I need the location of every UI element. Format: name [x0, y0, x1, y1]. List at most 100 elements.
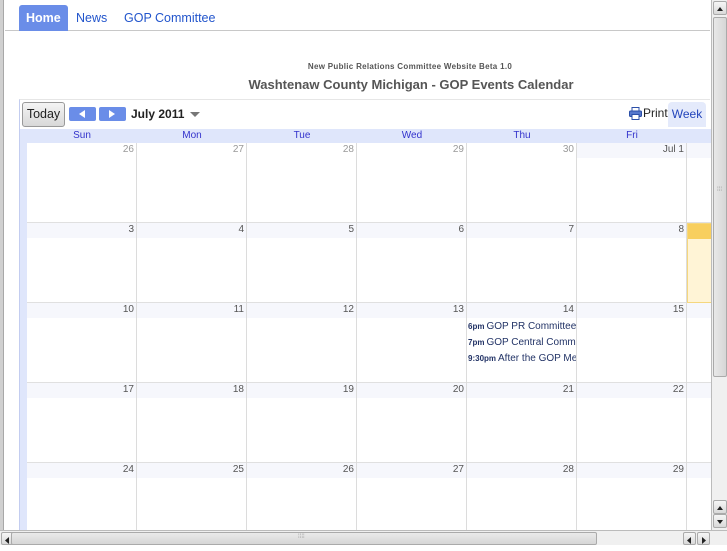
day-number[interactable]: 13: [453, 304, 464, 315]
nav-tab-gop-committee[interactable]: GOP Committee: [117, 5, 222, 31]
event-title: GOP PR Committee: [486, 321, 576, 332]
scroll-up-button-lower[interactable]: [713, 500, 727, 514]
day-number[interactable]: 6: [458, 224, 464, 235]
scroll-down-button[interactable]: [713, 514, 727, 528]
day-number[interactable]: 7: [568, 224, 574, 235]
day-cell[interactable]: 14 6pm GOP PR Committee 7pm GOP Central Comm…: [467, 303, 577, 383]
day-number[interactable]: 28: [563, 464, 574, 475]
current-month-label[interactable]: July 2011: [131, 107, 184, 121]
day-number[interactable]: 10: [123, 304, 134, 315]
day-cell[interactable]: 12: [247, 303, 357, 383]
day-number[interactable]: 12: [343, 304, 354, 315]
week-row: 17 18 19 20 21 22: [27, 383, 711, 463]
day-number[interactable]: 26: [343, 464, 354, 475]
day-cell[interactable]: 24: [27, 463, 137, 531]
week-view-tab[interactable]: Week: [668, 102, 706, 127]
day-cell-saturday[interactable]: [687, 463, 711, 531]
day-cell[interactable]: 15: [577, 303, 687, 383]
day-cell[interactable]: 25: [137, 463, 247, 531]
day-cell-saturday[interactable]: [687, 303, 711, 383]
day-number[interactable]: 4: [238, 224, 244, 235]
day-number[interactable]: 8: [678, 224, 684, 235]
day-cell[interactable]: 26: [27, 143, 137, 223]
day-cell[interactable]: 10: [27, 303, 137, 383]
scroll-left-button-right[interactable]: [683, 532, 696, 545]
day-cell[interactable]: 30: [467, 143, 577, 223]
day-cell-header: [687, 143, 711, 158]
chevron-down-icon[interactable]: [190, 112, 200, 117]
nav-tab-home[interactable]: Home: [19, 5, 68, 31]
day-number[interactable]: 30: [563, 144, 574, 155]
day-cell-header: 27: [137, 143, 246, 158]
day-cell-header: [687, 383, 711, 398]
day-cell[interactable]: 28: [467, 463, 577, 531]
vertical-scrollbar[interactable]: ⁞⁞⁞: [711, 0, 727, 530]
day-cell[interactable]: 11: [137, 303, 247, 383]
scroll-right-button[interactable]: [697, 532, 710, 545]
day-cell[interactable]: 29: [357, 143, 467, 223]
day-cell[interactable]: Jul 1: [577, 143, 687, 223]
day-cell[interactable]: 26: [247, 463, 357, 531]
day-cell[interactable]: 21: [467, 383, 577, 463]
day-number[interactable]: 20: [453, 384, 464, 395]
calendar-event[interactable]: 6pm GOP PR Committee: [468, 319, 576, 335]
day-number[interactable]: 14: [563, 304, 574, 315]
day-number[interactable]: 21: [563, 384, 574, 395]
month-grid: Sun Mon Tue Wed Thu Fri 26 27 28 29 30 Jul 1 3…: [20, 129, 711, 531]
day-cell[interactable]: 20: [357, 383, 467, 463]
day-cell-saturday[interactable]: [687, 383, 711, 463]
day-cell-header: 26: [247, 463, 356, 478]
day-number[interactable]: 17: [123, 384, 134, 395]
day-cell[interactable]: 7: [467, 223, 577, 303]
page-title: Washtenaw County Michigan - GOP Events C…: [248, 77, 574, 92]
day-cell[interactable]: 17: [27, 383, 137, 463]
next-month-button[interactable]: [99, 107, 126, 121]
day-cell[interactable]: 29: [577, 463, 687, 531]
day-number[interactable]: 28: [343, 144, 354, 155]
dow-tue: Tue: [293, 130, 311, 141]
day-cell[interactable]: 3: [27, 223, 137, 303]
day-cell[interactable]: 4: [137, 223, 247, 303]
day-number[interactable]: 5: [348, 224, 354, 235]
today-button[interactable]: Today: [22, 102, 65, 127]
horizontal-scrollbar[interactable]: ⁞⁞⁞⁞: [0, 530, 727, 545]
day-of-week-header: Sun Mon Tue Wed Thu Fri: [20, 129, 711, 143]
day-cell-saturday[interactable]: [687, 143, 711, 223]
day-cell-header: 17: [27, 383, 136, 398]
day-number[interactable]: 15: [673, 304, 684, 315]
day-number[interactable]: 26: [123, 144, 134, 155]
vertical-scroll-thumb[interactable]: ⁞⁞⁞: [713, 17, 727, 377]
day-number[interactable]: 27: [453, 464, 464, 475]
print-button[interactable]: Print: [629, 106, 668, 120]
day-cell[interactable]: 27: [137, 143, 247, 223]
calendar-event[interactable]: 7pmGOP Central Committee: [468, 335, 576, 351]
day-number[interactable]: 22: [673, 384, 684, 395]
day-cell[interactable]: 6: [357, 223, 467, 303]
day-number[interactable]: 18: [233, 384, 244, 395]
previous-month-button[interactable]: [69, 107, 96, 121]
day-cell[interactable]: 27: [357, 463, 467, 531]
day-cell[interactable]: 22: [577, 383, 687, 463]
day-number[interactable]: 29: [673, 464, 684, 475]
nav-tab-news[interactable]: News: [69, 5, 114, 31]
day-cell-header: 20: [357, 383, 466, 398]
horizontal-scroll-thumb[interactable]: ⁞⁞⁞⁞: [11, 532, 597, 545]
calendar-event[interactable]: 9:30pmAfter the GOP Meeting: [468, 351, 576, 367]
day-cell-header: 8: [577, 223, 686, 238]
scroll-up-button[interactable]: [713, 1, 727, 15]
day-cell[interactable]: 28: [247, 143, 357, 223]
day-number[interactable]: 25: [233, 464, 244, 475]
day-number[interactable]: 3: [128, 224, 134, 235]
day-number[interactable]: 27: [233, 144, 244, 155]
day-number[interactable]: 11: [234, 304, 244, 315]
day-cell[interactable]: 5: [247, 223, 357, 303]
day-cell[interactable]: 19: [247, 383, 357, 463]
day-cell-today[interactable]: [687, 223, 711, 303]
day-cell[interactable]: 18: [137, 383, 247, 463]
day-number[interactable]: 19: [343, 384, 354, 395]
day-number[interactable]: 24: [123, 464, 134, 475]
day-number[interactable]: Jul 1: [663, 144, 684, 155]
day-cell[interactable]: 8: [577, 223, 687, 303]
day-number[interactable]: 29: [453, 144, 464, 155]
day-cell[interactable]: 13: [357, 303, 467, 383]
